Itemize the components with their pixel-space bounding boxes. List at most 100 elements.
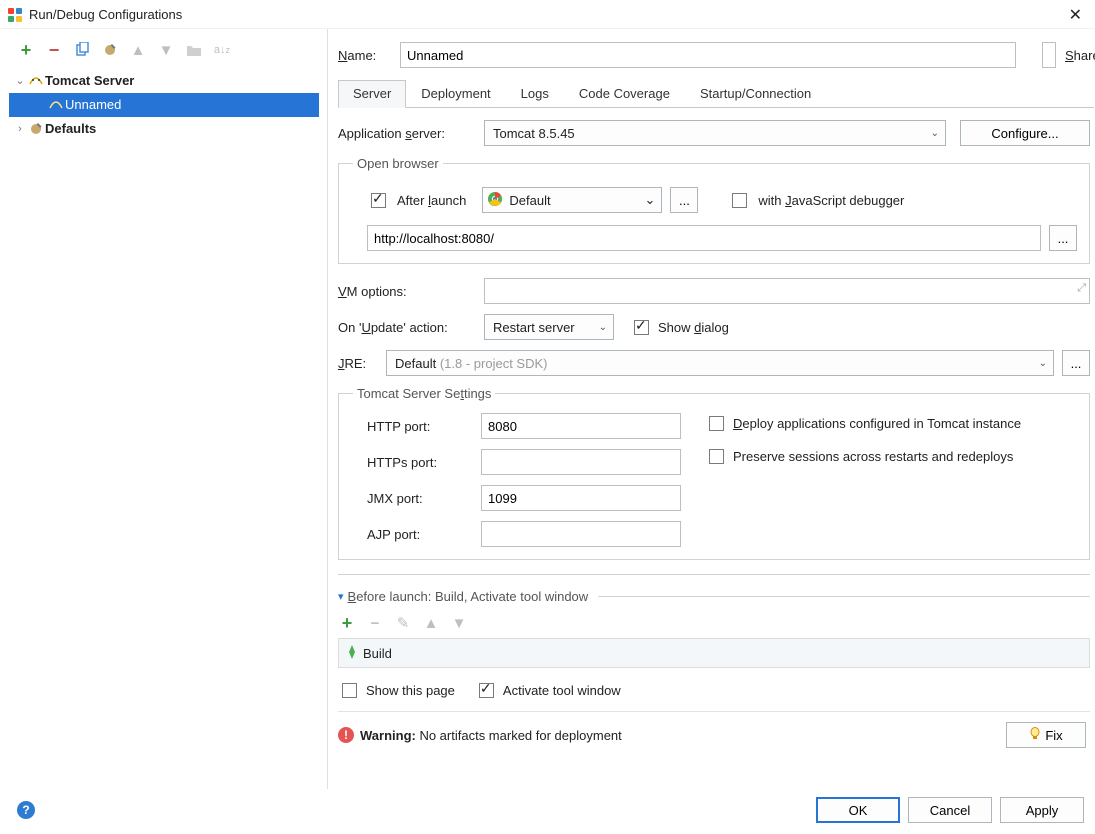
update-action-value: Restart server	[493, 320, 575, 335]
deploy-check-wrap[interactable]: Deploy applications configured in Tomcat…	[705, 413, 1021, 434]
app-server-combo[interactable]: Tomcat 8.5.45 ⌄	[484, 120, 946, 146]
jre-row: JRE: Default (1.8 - project SDK) ⌄ ...	[338, 350, 1090, 376]
share-label: Share	[1065, 48, 1095, 63]
folder-button	[185, 41, 203, 59]
sidebar: + − ▲ ▼ a↓z ⌄	[1, 29, 327, 789]
sidebar-toolbar: + − ▲ ▼ a↓z	[9, 35, 319, 69]
share-checkbox-wrap[interactable]: Share	[1038, 39, 1090, 71]
warning-bar: ! Warning: No artifacts marked for deplo…	[338, 711, 1090, 758]
preserve-label: Preserve sessions across restarts and re…	[733, 449, 1013, 464]
tab-body: Application server: Tomcat 8.5.45 ⌄ Conf…	[338, 108, 1094, 789]
tab-startup-connection[interactable]: Startup/Connection	[685, 80, 826, 107]
after-launch-checkbox[interactable]	[371, 193, 386, 208]
tab-bar: Server Deployment Logs Code Coverage Sta…	[338, 79, 1094, 108]
tab-code-coverage[interactable]: Code Coverage	[564, 80, 685, 107]
tomcat-settings-group: Tomcat Server Settings HTTP port: HTTPs …	[338, 386, 1090, 560]
show-dialog-label: Show dialog	[658, 320, 729, 335]
wrench-icon	[27, 121, 45, 137]
tab-deployment[interactable]: Deployment	[406, 80, 505, 107]
http-port-input[interactable]	[481, 413, 681, 439]
browser-url-input[interactable]	[367, 225, 1041, 251]
main-panel: Name: Share Server Deployment Logs Code …	[327, 29, 1094, 789]
jre-combo[interactable]: Default (1.8 - project SDK) ⌄	[386, 350, 1054, 376]
move-down-button: ▼	[157, 41, 175, 59]
chevron-down-icon: ⌄	[599, 322, 607, 333]
before-launch-title: Before launch: Build, Activate tool wind…	[348, 589, 589, 604]
config-tree[interactable]: ⌄ Tomcat Server Unnamed ›	[9, 69, 319, 783]
browser-combo[interactable]: Default ⌄	[482, 187, 662, 213]
js-debugger-checkbox[interactable]	[732, 193, 747, 208]
dialog-footer: ? OK Cancel Apply	[1, 789, 1094, 833]
after-launch-label: After launch	[397, 193, 466, 208]
jmx-port-label: JMX port:	[367, 491, 467, 506]
bl-edit-button: ✎	[394, 614, 412, 632]
tree-label: Defaults	[45, 117, 96, 141]
chevron-down-icon: ⌄	[1039, 358, 1047, 369]
expand-icon[interactable]: ⌄	[13, 69, 27, 93]
bl-remove-button: −	[366, 614, 384, 632]
lightbulb-icon	[1029, 727, 1041, 744]
sort-button: a↓z	[213, 41, 231, 59]
update-action-combo[interactable]: Restart server ⌄	[484, 314, 614, 340]
tree-defaults[interactable]: › Defaults	[9, 117, 319, 141]
tree-unnamed[interactable]: Unnamed	[9, 93, 319, 117]
tree-tomcat-server[interactable]: ⌄ Tomcat Server	[9, 69, 319, 93]
tab-logs[interactable]: Logs	[506, 80, 564, 107]
expand-icon[interactable]: ›	[13, 117, 27, 141]
app-logo-icon	[7, 7, 23, 23]
bl-add-button[interactable]: +	[338, 614, 356, 632]
show-dialog-checkbox[interactable]	[634, 320, 649, 335]
jmx-port-input[interactable]	[481, 485, 681, 511]
configure-button[interactable]: Configure...	[960, 120, 1090, 146]
move-up-button: ▲	[129, 41, 147, 59]
https-port-input[interactable]	[481, 449, 681, 475]
url-ellipsis-button[interactable]: ...	[1049, 225, 1077, 251]
chevron-down-icon: ⌄	[644, 192, 655, 208]
ajp-port-input[interactable]	[481, 521, 681, 547]
titlebar: Run/Debug Configurations ✕	[1, 1, 1094, 29]
ok-button[interactable]: OK	[816, 797, 900, 823]
cancel-button[interactable]: Cancel	[908, 797, 992, 823]
http-port-label: HTTP port:	[367, 419, 467, 434]
share-checkbox[interactable]	[1042, 42, 1056, 68]
update-action-row: On 'Update' action: Restart server ⌄ Sho…	[338, 314, 1090, 340]
expand-icon[interactable]: ⤢	[1077, 282, 1086, 295]
warning-icon: !	[338, 727, 354, 743]
collapse-icon[interactable]: ▾	[338, 590, 344, 603]
vm-options-input[interactable]	[484, 278, 1090, 304]
before-launch-section: ▾ Before launch: Build, Activate tool wi…	[338, 574, 1090, 711]
before-launch-header[interactable]: ▾ Before launch: Build, Activate tool wi…	[338, 583, 1090, 610]
edit-defaults-button[interactable]	[101, 41, 119, 59]
close-icon[interactable]: ✕	[1063, 3, 1088, 27]
activate-wrap[interactable]: Activate tool window	[475, 680, 621, 701]
help-icon[interactable]: ?	[17, 801, 35, 819]
show-page-label: Show this page	[366, 683, 455, 698]
vm-options-row: VM options: ⤢	[338, 278, 1090, 304]
name-label: Name:	[338, 48, 390, 63]
name-input[interactable]	[400, 42, 1016, 68]
chevron-down-icon: ⌄	[931, 128, 939, 139]
copy-button[interactable]	[73, 41, 91, 59]
jre-ellipsis-button[interactable]: ...	[1062, 350, 1090, 376]
remove-button[interactable]: −	[45, 41, 63, 59]
fix-button[interactable]: Fix	[1006, 722, 1086, 748]
tomcat-icon	[27, 74, 45, 88]
js-debugger-label: with JavaScript debugger	[758, 193, 904, 208]
add-button[interactable]: +	[17, 41, 35, 59]
ajp-port-label: AJP port:	[367, 527, 467, 542]
app-server-value: Tomcat 8.5.45	[493, 126, 575, 141]
build-task-icon	[345, 645, 359, 662]
deploy-checkbox[interactable]	[709, 416, 724, 431]
tab-server[interactable]: Server	[338, 80, 406, 108]
preserve-checkbox[interactable]	[709, 449, 724, 464]
show-page-wrap[interactable]: Show this page	[338, 680, 455, 701]
activate-checkbox[interactable]	[479, 683, 494, 698]
preserve-check-wrap[interactable]: Preserve sessions across restarts and re…	[705, 446, 1021, 467]
task-label: Build	[363, 646, 392, 661]
show-page-checkbox[interactable]	[342, 683, 357, 698]
apply-button[interactable]: Apply	[1000, 797, 1084, 823]
browser-ellipsis-button[interactable]: ...	[670, 187, 698, 213]
jre-label: JRE:	[338, 356, 386, 371]
browser-value: Default	[509, 193, 638, 208]
before-launch-task-list[interactable]: Build	[338, 638, 1090, 668]
